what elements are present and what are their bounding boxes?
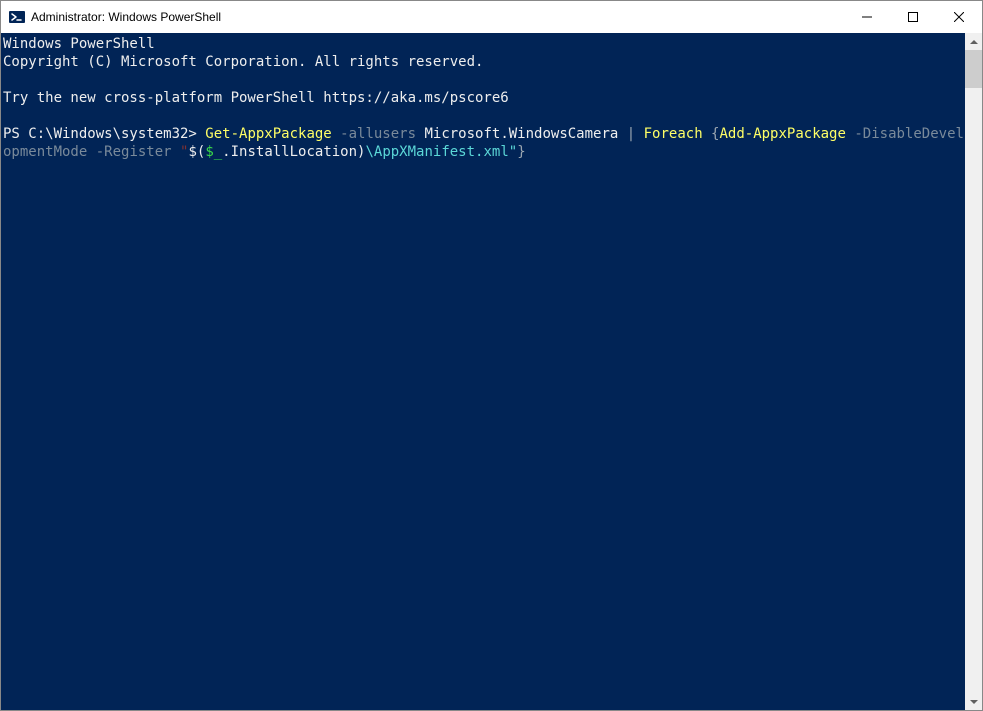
subexpr-open: $( [188,144,205,160]
parameter: -allusers [332,126,416,142]
window-controls [844,1,982,33]
minimize-button[interactable] [844,1,890,33]
banner-line: Copyright (C) Microsoft Corporation. All… [3,54,483,70]
chevron-down-icon [970,700,978,704]
powershell-icon [9,9,25,25]
banner-line: Windows PowerShell [3,36,155,52]
chevron-up-icon [970,40,978,44]
minimize-icon [862,12,872,22]
window-title: Administrator: Windows PowerShell [31,10,844,24]
maximize-button[interactable] [890,1,936,33]
variable: $_ [205,144,222,160]
console-output[interactable]: Windows PowerShell Copyright (C) Microso… [1,33,965,710]
scroll-down-button[interactable] [965,693,982,710]
argument: Microsoft.WindowsCamera [416,126,627,142]
maximize-icon [908,12,918,22]
scrollbar-track[interactable] [965,50,982,693]
vertical-scrollbar[interactable] [965,33,982,710]
string-quote: " [172,144,189,160]
powershell-window: Administrator: Windows PowerShell Window… [0,0,983,711]
close-icon [954,12,964,22]
close-button[interactable] [936,1,982,33]
cmdlet: Foreach [635,126,702,142]
scrollbar-thumb[interactable] [965,50,982,88]
brace: { [703,126,720,142]
property: .InstallLocation [222,144,357,160]
brace: } [517,144,525,160]
parameter: -Register [87,144,171,160]
scroll-up-button[interactable] [965,33,982,50]
console-area: Windows PowerShell Copyright (C) Microso… [1,33,982,710]
pipe: | [627,126,635,142]
titlebar[interactable]: Administrator: Windows PowerShell [1,1,982,33]
parameter: Mode [54,144,88,160]
cmdlet: Add-AppxPackage [719,126,845,142]
prompt: PS C:\Windows\system32> [3,126,205,142]
banner-line: Try the new cross-platform PowerShell ht… [3,90,509,106]
cmdlet: Get-AppxPackage [205,126,331,142]
string-path: \AppXManifest.xml" [365,144,517,160]
